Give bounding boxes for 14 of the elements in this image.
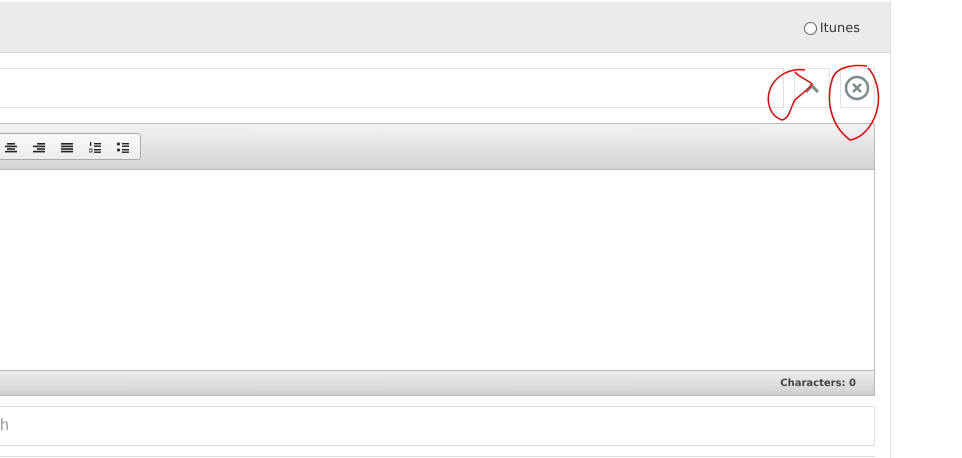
- align-center-icon: [5, 140, 17, 152]
- title-field[interactable]: [0, 68, 784, 108]
- itunes-radio[interactable]: Itunes: [804, 20, 860, 36]
- align-right-icon: [33, 140, 45, 152]
- annotation-scribble-drawing: [768, 68, 813, 121]
- character-count: Characters: 0: [780, 378, 856, 388]
- close-icon: [844, 75, 870, 101]
- justify-icon: [61, 140, 73, 152]
- bullet-list-icon: [117, 140, 129, 152]
- remove-button[interactable]: [840, 68, 875, 108]
- collapse-button[interactable]: [794, 68, 830, 108]
- chevron-up-icon: [804, 84, 819, 92]
- numbered-list-icon: [89, 140, 101, 152]
- text-field[interactable]: h: [0, 406, 875, 446]
